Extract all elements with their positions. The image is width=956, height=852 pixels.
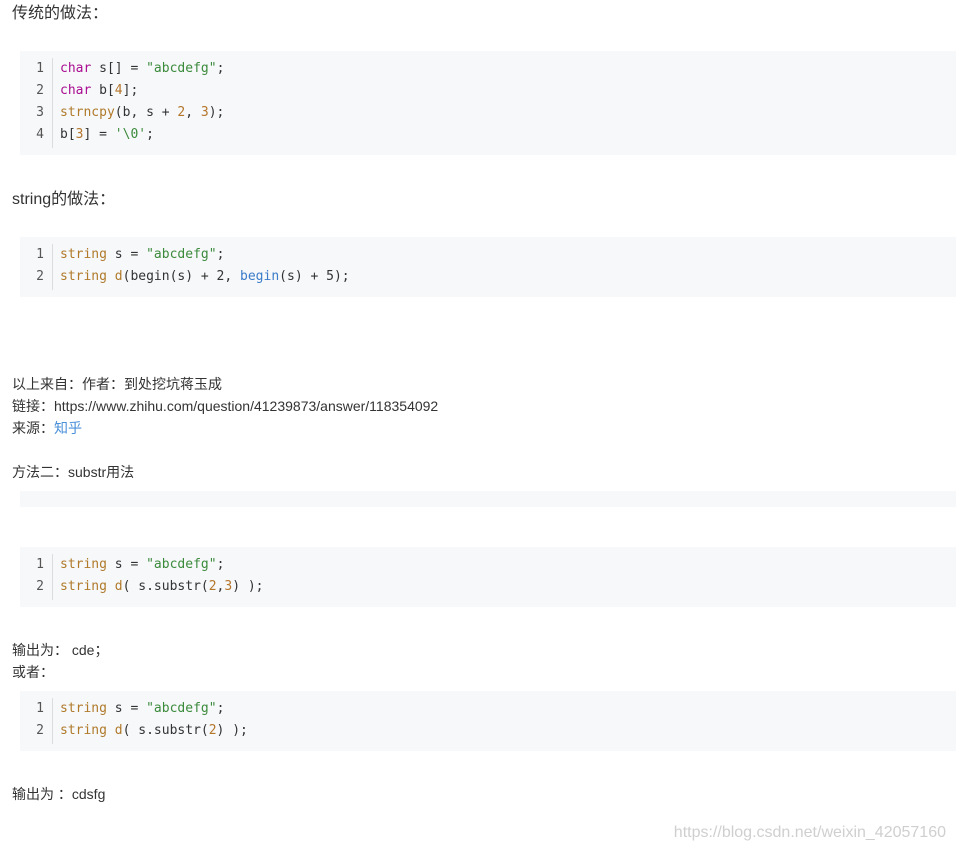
code-token: ]; xyxy=(122,83,139,98)
code-line: 2 string d( s.substr(2,3) ); xyxy=(20,576,956,598)
code-token: s = xyxy=(106,701,147,716)
empty-code-block xyxy=(20,491,956,507)
code-block-substr-2: 1 string s = "abcdefg"; 2 string d( s.subst… xyxy=(20,691,956,751)
line-number: 1 xyxy=(36,247,44,262)
code-block-substr-1: 1 string s = "abcdefg"; 2 string d( s.subst… xyxy=(20,547,956,607)
code-token: string xyxy=(60,579,107,594)
section-title-string: string的做法： xyxy=(12,191,116,208)
code-token: string xyxy=(60,247,107,262)
code-token: ] = xyxy=(83,127,115,142)
line-number: 2 xyxy=(36,579,44,594)
code-token: d xyxy=(114,269,123,284)
line-number: 1 xyxy=(36,61,44,76)
code-text: string d(begin(s) + 2, begin(s) + 5); xyxy=(60,266,350,288)
code-token: ); xyxy=(208,105,225,120)
code-token: 3 xyxy=(200,105,209,120)
code-token: "abcdefg" xyxy=(146,61,217,76)
code-token: '\0' xyxy=(114,127,147,142)
code-token: ( s.substr( xyxy=(122,579,209,594)
code-block-traditional: 1 char s[] = "abcdefg"; 2 char b[4]; 3 strncp… xyxy=(20,51,956,155)
code-text: string d( s.substr(2,3) ); xyxy=(60,576,264,598)
source-link-line: 链接：https://www.zhihu.com/question/412398… xyxy=(12,398,439,414)
output-2: 输出为 ：cdsfg xyxy=(12,786,106,802)
code-line: 3 strncpy(b, s + 2, 3); xyxy=(20,102,956,124)
or-label: 或者： xyxy=(12,664,54,680)
code-text: char s[] = "abcdefg"; xyxy=(60,58,224,80)
code-line: 2 string d( s.substr(2) ); xyxy=(20,720,956,742)
zhihu-link[interactable]: 知乎 xyxy=(54,420,82,436)
code-text: b[3] = '\0'; xyxy=(60,124,154,146)
code-text: strncpy(b, s + 2, 3); xyxy=(60,102,224,124)
code-text: string d( s.substr(2) ); xyxy=(60,720,248,742)
code-token: string xyxy=(60,557,107,572)
code-token: ) ); xyxy=(216,723,248,738)
code-line: 1 string s = "abcdefg"; xyxy=(20,554,956,576)
code-token: "abcdefg" xyxy=(146,701,217,716)
code-token: s = xyxy=(106,247,147,262)
code-token: ) ); xyxy=(232,579,264,594)
code-token: b[ xyxy=(91,83,115,98)
code-token: begin xyxy=(240,269,280,284)
code-line: 2 char b[4]; xyxy=(20,80,956,102)
code-token: ; xyxy=(146,127,154,142)
code-token: "abcdefg" xyxy=(146,557,217,572)
source-label: 来源： xyxy=(12,420,54,436)
code-token: (b, s + xyxy=(114,105,178,120)
code-token: ; xyxy=(216,701,225,716)
code-line: 1 string s = "abcdefg"; xyxy=(20,244,956,266)
source-line: 来源：知乎 xyxy=(12,417,82,439)
code-block-string: 1 string s = "abcdefg"; 2 string d(begin(s)… xyxy=(20,237,956,297)
code-token: , xyxy=(185,105,201,120)
line-number: 1 xyxy=(36,701,44,716)
code-token: s = xyxy=(106,557,147,572)
code-line: 1 char s[] = "abcdefg"; xyxy=(20,58,956,80)
code-token: d xyxy=(114,723,123,738)
code-token: 2 xyxy=(208,579,217,594)
code-token: ; xyxy=(216,247,225,262)
line-number: 2 xyxy=(36,723,44,738)
watermark: https://blog.csdn.net/weixin_42057160 xyxy=(673,824,946,841)
source-author: 以上来自：作者：到处挖坑蒋玉成 xyxy=(12,376,222,392)
code-line: 1 string s = "abcdefg"; xyxy=(20,698,956,720)
code-token: b[ xyxy=(60,127,76,142)
code-token: char xyxy=(60,61,92,76)
line-number: 1 xyxy=(36,557,44,572)
code-token: char xyxy=(60,83,92,98)
section-title-traditional: 传统的做法： xyxy=(12,5,109,22)
line-number: 2 xyxy=(36,83,44,98)
code-line: 4 b[3] = '\0'; xyxy=(20,124,956,146)
code-token: 2 xyxy=(208,723,217,738)
code-text: string s = "abcdefg"; xyxy=(60,244,224,266)
code-token: strncpy xyxy=(60,105,115,120)
code-text: string s = "abcdefg"; xyxy=(60,554,224,576)
code-token: 4 xyxy=(114,83,123,98)
code-token: (s) + 5); xyxy=(279,269,350,284)
code-token: s[] = xyxy=(91,61,147,76)
code-token: string xyxy=(60,723,107,738)
code-token: d xyxy=(114,579,123,594)
code-token: ( s.substr( xyxy=(122,723,209,738)
code-token: "abcdefg" xyxy=(146,247,217,262)
code-text: string s = "abcdefg"; xyxy=(60,698,224,720)
code-token: (begin(s) + 2, xyxy=(122,269,241,284)
line-number: 3 xyxy=(36,105,44,120)
output-1: 输出为： cde； xyxy=(12,642,109,658)
code-token: ; xyxy=(216,61,225,76)
code-token: ; xyxy=(216,557,225,572)
code-line: 2 string d(begin(s) + 2, begin(s) + 5); xyxy=(20,266,956,288)
code-text: char b[4]; xyxy=(60,80,138,102)
code-token: string xyxy=(60,701,107,716)
code-token: string xyxy=(60,269,107,284)
line-number: 2 xyxy=(36,269,44,284)
line-number: 4 xyxy=(36,127,44,142)
method2-title: 方法二：substr用法 xyxy=(12,464,135,480)
